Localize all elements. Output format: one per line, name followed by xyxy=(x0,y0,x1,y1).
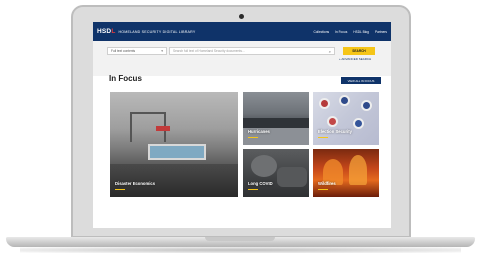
tile-accent-bar xyxy=(318,136,328,138)
nav-item-blog[interactable]: HSDL Blog xyxy=(353,30,369,34)
collection-select-label: Full text contents xyxy=(111,49,136,53)
button-badge-shape xyxy=(353,118,364,129)
button-badge-shape xyxy=(319,98,330,109)
main-nav: Collections In Focus HSDL Blog Partners xyxy=(313,30,387,34)
collection-select[interactable]: Full text contents ▾ xyxy=(107,47,167,55)
shoreline-shape xyxy=(243,118,309,128)
button-badge-shape xyxy=(361,100,372,111)
flame-shape xyxy=(349,155,367,185)
tile-label: Long COVID xyxy=(248,181,273,186)
site-header: HSDL HOMELAND SECURITY DIGITAL LIBRARY C… xyxy=(93,22,391,41)
figure-shape xyxy=(277,167,307,187)
tile-disaster-economics[interactable]: Disaster Economics xyxy=(110,92,238,197)
nav-item-collections[interactable]: Collections xyxy=(313,30,329,34)
sign-shape xyxy=(156,126,170,131)
advanced-search-link[interactable]: + ADVANCED SEARCH xyxy=(339,57,371,61)
tile-label: Hurricanes xyxy=(248,129,270,134)
laptop-shadow xyxy=(20,247,461,253)
tile-label: Disaster Economics xyxy=(115,181,156,186)
tile-long-covid[interactable]: Long COVID xyxy=(243,149,309,197)
chevron-down-icon: ▾ xyxy=(161,49,163,53)
button-badge-shape xyxy=(339,95,350,106)
laptop-notch xyxy=(205,237,275,241)
logo-text: HOMELAND SECURITY DIGITAL LIBRARY xyxy=(118,29,196,34)
nav-item-partners[interactable]: Partners xyxy=(375,30,387,34)
tile-hurricanes[interactable]: Hurricanes xyxy=(243,92,309,145)
button-badge-shape xyxy=(327,116,338,127)
nav-item-in-focus[interactable]: In Focus xyxy=(335,30,347,34)
tile-accent-bar xyxy=(115,188,125,190)
tile-accent-bar xyxy=(318,188,328,190)
tile-accent-bar xyxy=(248,136,258,138)
search-input[interactable]: Search full text of Homeland Security do… xyxy=(169,47,335,55)
tile-election-security[interactable]: Election Security xyxy=(313,92,379,145)
figure-shape xyxy=(251,155,277,177)
pool-shape xyxy=(148,144,206,160)
tile-label: Election Security xyxy=(318,129,352,134)
camera-icon xyxy=(239,14,244,19)
section-title: In Focus xyxy=(109,74,142,83)
laptop-screen: HSDL HOMELAND SECURITY DIGITAL LIBRARY C… xyxy=(93,22,391,228)
search-button[interactable]: SEARCH xyxy=(343,47,375,55)
search-placeholder: Search full text of Homeland Security do… xyxy=(173,49,245,53)
search-icon[interactable]: ⌕ xyxy=(329,49,331,54)
view-all-button[interactable]: VIEW ALL IN FOCUS xyxy=(341,77,381,84)
tile-wildfires[interactable]: Wildfires xyxy=(313,149,379,197)
tile-label: Wildfires xyxy=(318,181,336,186)
logo-mark: HSDL xyxy=(97,28,116,35)
tile-accent-bar xyxy=(248,188,258,190)
site-logo[interactable]: HSDL HOMELAND SECURITY DIGITAL LIBRARY xyxy=(97,28,195,35)
